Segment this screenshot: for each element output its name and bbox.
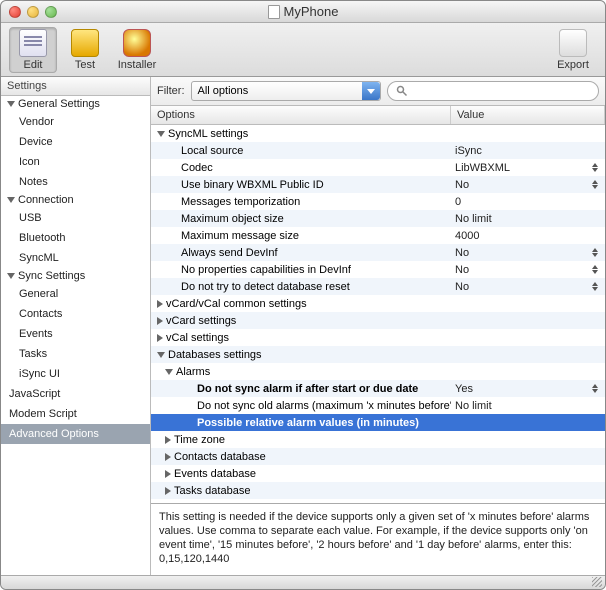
description-text: This setting is needed if the device sup… <box>159 511 589 565</box>
tree-row[interactable]: vCal settings <box>151 329 605 346</box>
sidebar-item[interactable]: General <box>1 284 150 304</box>
options-tree[interactable]: SyncML settingsLocal sourceiSyncCodecLib… <box>151 125 605 503</box>
sidebar-header: Settings <box>1 77 150 96</box>
sidebar-item[interactable]: Vendor <box>1 112 150 132</box>
zoom-button[interactable] <box>45 6 57 18</box>
stepper-icon[interactable] <box>591 248 599 257</box>
stepper-icon[interactable] <box>591 163 599 172</box>
sidebar-item[interactable]: Device <box>1 132 150 152</box>
sidebar-item[interactable]: Icon <box>1 152 150 172</box>
tree-row[interactable]: No properties capabilities in DevInfNo <box>151 261 605 278</box>
tree-row[interactable]: Local sourceiSync <box>151 142 605 159</box>
disclosure-triangle-icon <box>157 317 163 325</box>
disclosure-triangle-icon <box>7 197 15 203</box>
tree-row[interactable]: Events database <box>151 465 605 482</box>
sidebar-group[interactable]: General Settings <box>1 96 150 112</box>
titlebar: MyPhone <box>1 1 605 23</box>
tree-row[interactable]: Do not sync alarm if after start or due … <box>151 380 605 397</box>
filter-value: All options <box>198 85 249 97</box>
tree-row[interactable]: Tasks database <box>151 482 605 499</box>
sidebar-item[interactable]: Bluetooth <box>1 228 150 248</box>
footer <box>1 575 605 589</box>
test-button[interactable]: Test <box>61 27 109 73</box>
export-icon <box>559 29 587 57</box>
tree-row[interactable]: Maximum object sizeNo limit <box>151 210 605 227</box>
disclosure-triangle-icon <box>157 300 163 308</box>
stepper-icon[interactable] <box>591 384 599 393</box>
disclosure-triangle-icon <box>7 101 15 107</box>
description-panel: This setting is needed if the device sup… <box>151 503 605 575</box>
edit-button[interactable]: Edit <box>9 27 57 73</box>
minimize-button[interactable] <box>27 6 39 18</box>
tree-row[interactable]: Maximum message size4000 <box>151 227 605 244</box>
stepper-icon[interactable] <box>591 180 599 189</box>
sidebar-item[interactable]: USB <box>1 208 150 228</box>
sidebar-item[interactable]: iSync UI <box>1 364 150 384</box>
sidebar-item[interactable]: Notes <box>1 172 150 192</box>
sidebar-item[interactable]: JavaScript <box>1 384 150 404</box>
col-value[interactable]: Value <box>451 106 605 124</box>
edit-icon <box>19 29 47 57</box>
stepper-icon[interactable] <box>591 282 599 291</box>
tree-row[interactable]: Time zone <box>151 431 605 448</box>
sidebar-item[interactable]: SyncML <box>1 248 150 268</box>
sidebar-item[interactable]: Contacts <box>1 304 150 324</box>
tree-row[interactable]: Use binary WBXML Public IDNo <box>151 176 605 193</box>
toolbar: Edit Test Installer Export <box>1 23 605 77</box>
document-icon <box>268 5 280 19</box>
tree-row[interactable]: vCard/vCal common settings <box>151 295 605 312</box>
disclosure-triangle-icon <box>165 470 171 478</box>
export-label: Export <box>557 59 589 71</box>
installer-button[interactable]: Installer <box>113 27 161 73</box>
column-headers: Options Value <box>151 106 605 125</box>
export-button[interactable]: Export <box>549 27 597 73</box>
tree-row[interactable]: Contacts database <box>151 448 605 465</box>
disclosure-triangle-icon <box>7 273 15 279</box>
tree-row[interactable]: Do not sync old alarms (maximum 'x minut… <box>151 397 605 414</box>
main-panel: Filter: All options Options Value SyncML… <box>151 77 605 575</box>
disclosure-triangle-icon <box>165 369 173 375</box>
tree-row[interactable]: Always send DevInfNo <box>151 244 605 261</box>
sidebar-group[interactable]: Sync Settings <box>1 268 150 284</box>
tree-row[interactable]: CodecLibWBXML <box>151 159 605 176</box>
tree-row[interactable]: Possible relative alarm values (in minut… <box>151 414 605 431</box>
sidebar-item[interactable]: Modem Script <box>1 404 150 424</box>
filter-label: Filter: <box>157 85 185 97</box>
resize-grip[interactable] <box>592 577 602 587</box>
sidebar-item[interactable]: Advanced Options <box>1 424 150 444</box>
edit-label: Edit <box>24 59 43 71</box>
disclosure-triangle-icon <box>157 352 165 358</box>
tree-row[interactable]: SyncML settings <box>151 125 605 142</box>
disclosure-triangle-icon <box>165 487 171 495</box>
stepper-icon[interactable] <box>591 265 599 274</box>
disclosure-triangle-icon <box>157 334 163 342</box>
search-icon <box>396 85 408 97</box>
installer-icon <box>123 29 151 57</box>
sidebar-item[interactable]: Tasks <box>1 344 150 364</box>
tree-row[interactable]: Alarms <box>151 363 605 380</box>
chevron-down-icon <box>362 82 380 100</box>
test-icon <box>71 29 99 57</box>
filter-select[interactable]: All options <box>191 81 381 101</box>
search-input[interactable] <box>387 81 600 101</box>
test-label: Test <box>75 59 95 71</box>
window-title: MyPhone <box>1 4 605 19</box>
filter-bar: Filter: All options <box>151 77 605 106</box>
disclosure-triangle-icon <box>157 131 165 137</box>
tree-row[interactable]: Messages temporization0 <box>151 193 605 210</box>
window: MyPhone Edit Test Installer Export Sett <box>0 0 606 590</box>
close-button[interactable] <box>9 6 21 18</box>
sidebar-item[interactable]: Events <box>1 324 150 344</box>
tree-row[interactable]: Databases settings <box>151 346 605 363</box>
tree-row[interactable]: Do not try to detect database resetNo <box>151 278 605 295</box>
sidebar: Settings General SettingsVendorDeviceIco… <box>1 77 151 575</box>
sidebar-group[interactable]: Connection <box>1 192 150 208</box>
installer-label: Installer <box>118 59 157 71</box>
tree-row[interactable]: vCard settings <box>151 312 605 329</box>
col-options[interactable]: Options <box>151 106 451 124</box>
disclosure-triangle-icon <box>165 453 171 461</box>
disclosure-triangle-icon <box>165 436 171 444</box>
